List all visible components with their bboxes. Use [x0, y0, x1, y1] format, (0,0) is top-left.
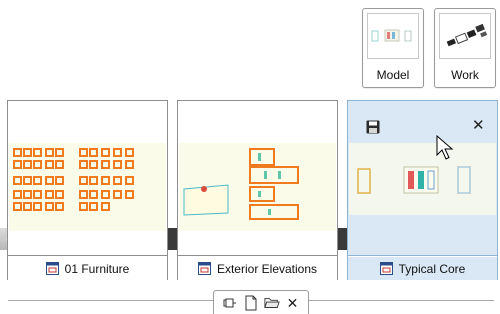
pin-icon[interactable]	[222, 295, 238, 311]
drawing-thumbnail	[178, 101, 337, 256]
model-preview-thumbnail	[367, 13, 419, 59]
drawing-caption: Exterior Elevations	[178, 257, 337, 280]
layout-tile-model[interactable]: Model	[362, 8, 424, 88]
drawing-thumbnail: ✕	[348, 101, 497, 256]
drawing-caption: 01 Furniture	[8, 257, 167, 280]
layout-tile-work[interactable]: Work	[434, 8, 496, 88]
work-preview-thumbnail	[439, 13, 491, 59]
drawing-file-icon	[45, 262, 59, 275]
close-icon[interactable]: ✕	[472, 118, 485, 133]
drawing-thumbnail	[8, 101, 167, 256]
close-icon[interactable]: ✕	[285, 295, 301, 311]
divider	[309, 300, 494, 301]
open-folder-icon[interactable]	[263, 295, 280, 311]
elevations-drawing	[183, 148, 299, 220]
bottom-toolbar: ✕	[213, 290, 309, 314]
drawing-name: Typical Core	[398, 261, 466, 276]
save-icon[interactable]	[366, 120, 380, 134]
layout-tile-label: Work	[451, 68, 479, 82]
drawing-name: Exterior Elevations	[216, 261, 318, 276]
layout-tile-label: Model	[376, 68, 410, 82]
drawing-file-icon	[197, 262, 211, 275]
drawing-tile-01-furniture[interactable]: 01 Furniture	[7, 100, 168, 280]
divider	[8, 300, 213, 301]
furniture-plan-drawing	[13, 148, 134, 211]
new-drawing-icon[interactable]	[243, 295, 259, 311]
drawing-tile-typical-core[interactable]: ✕ Typical Core	[347, 100, 498, 280]
drawing-caption: Typical Core	[348, 257, 497, 280]
drawing-tile-exterior-elevations[interactable]: Exterior Elevations	[177, 100, 338, 280]
mouse-cursor-icon	[436, 135, 454, 160]
drawing-name: 01 Furniture	[64, 261, 130, 276]
drawing-file-icon	[379, 262, 393, 275]
